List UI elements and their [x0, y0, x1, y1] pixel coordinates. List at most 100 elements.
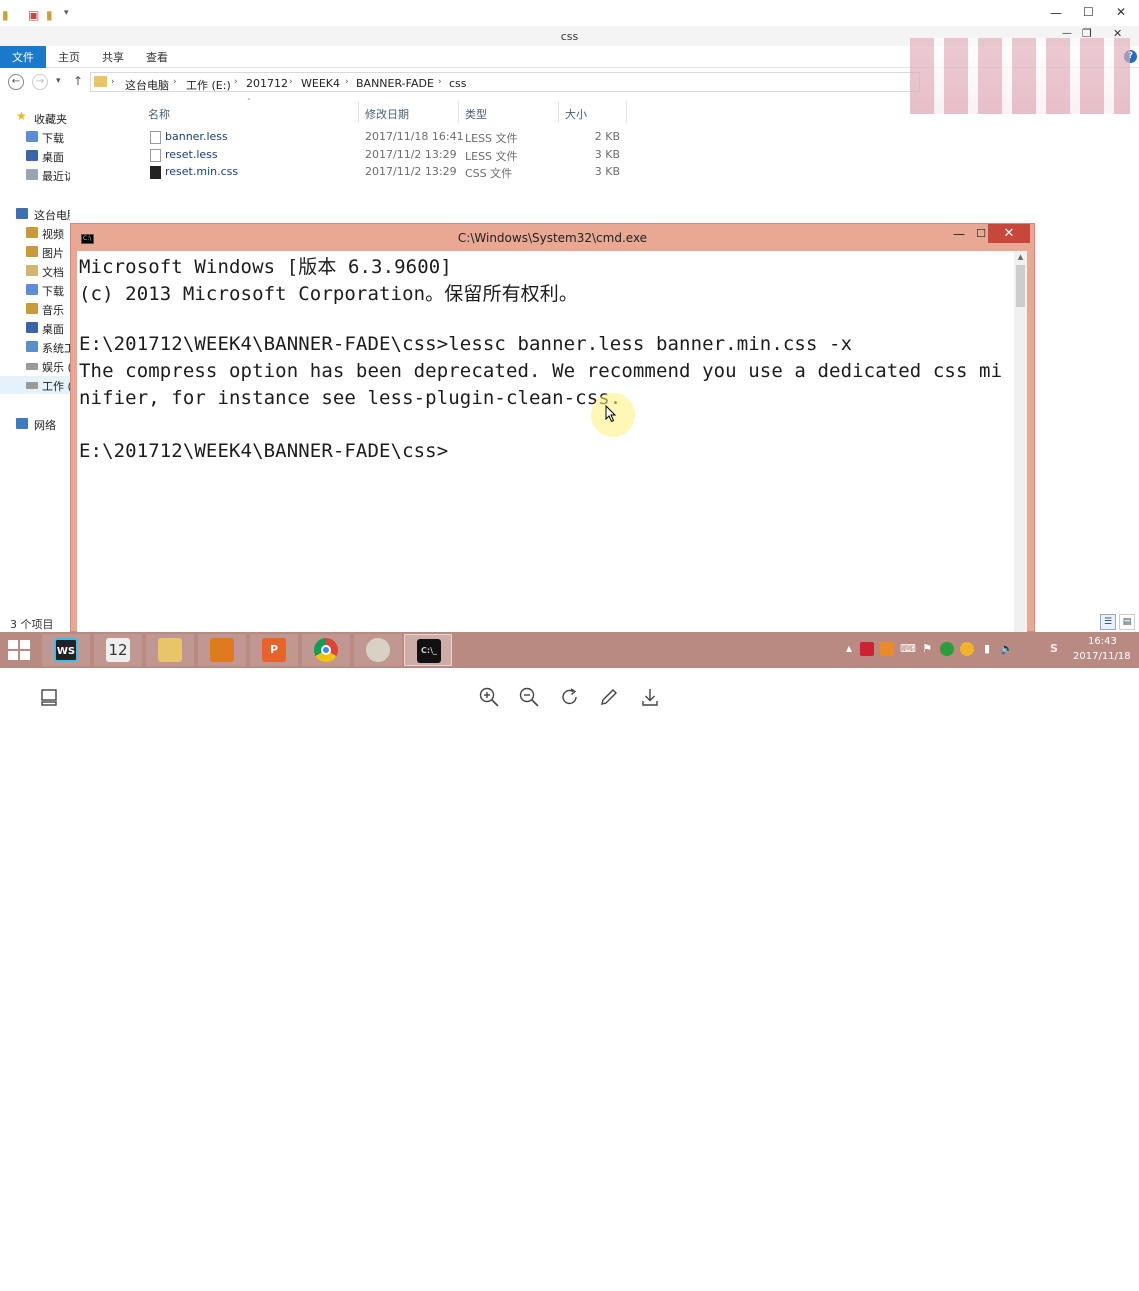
console-scrollbar[interactable]: ▲ [1014, 251, 1027, 633]
folder-icon[interactable]: ▮ [2, 8, 9, 22]
column-divider[interactable] [626, 101, 627, 123]
tray-keyboard-icon[interactable]: ⌨ [900, 642, 916, 656]
nav-favorite-downloads[interactable]: 下载 [0, 128, 70, 146]
taskbar-chrome[interactable] [302, 634, 350, 666]
customize-dropdown-icon[interactable]: ▾ [64, 8, 69, 18]
desktop-icon [26, 150, 38, 161]
rotate-icon[interactable] [559, 686, 581, 708]
chrome-center [321, 645, 331, 655]
chevron-right-icon: › [438, 77, 442, 87]
scroll-thumb[interactable] [1016, 265, 1025, 307]
details-view-button[interactable]: ☰ [1100, 614, 1116, 630]
nav-pictures[interactable]: 图片 [0, 243, 70, 261]
nav-drive-work[interactable]: 工作 ( [0, 376, 70, 394]
column-divider[interactable] [458, 101, 459, 123]
file-row[interactable]: reset.less 2017/11/2 13:29 LESS 文件 3 KB [146, 146, 626, 164]
tab-file[interactable]: 文件 [0, 46, 46, 68]
up-icon[interactable]: ↑ [73, 74, 83, 88]
breadcrumb-201712[interactable]: 201712 [246, 77, 288, 90]
tray-qq-icon[interactable] [960, 642, 974, 656]
drive-icon [26, 382, 38, 389]
column-divider[interactable] [358, 101, 359, 123]
address-bar[interactable]: › 这台电脑 › 工作 (E:) › 201712 › WEEK4 › BANN… [90, 72, 920, 92]
nav-drive-entertainment[interactable]: 娱乐 ( [0, 357, 70, 375]
folder-icon [94, 76, 107, 87]
breadcrumb-this-pc[interactable]: 这台电脑 [125, 77, 169, 93]
tray-volume-icon[interactable]: 🔈 [1000, 642, 1014, 656]
nav-downloads[interactable]: 下载 [0, 281, 70, 299]
properties-icon[interactable]: ▣ [28, 8, 39, 22]
quick-access-toolbar: ▮ ▣ ▮ ▾ — ☐ ✕ [0, 0, 1139, 26]
maximize-icon[interactable]: ☐ [1083, 5, 1094, 19]
large-icons-view-button[interactable]: ▤ [1119, 614, 1135, 630]
file-row[interactable]: banner.less 2017/11/18 16:41 LESS 文件 2 K… [146, 128, 626, 146]
nav-network[interactable]: 网络 [0, 415, 70, 433]
file-date: 2017/11/2 13:29 [365, 165, 457, 178]
column-name[interactable]: 名称 [148, 106, 170, 122]
taskbar-calendar[interactable]: 12 [94, 634, 142, 666]
input-method-indicator[interactable]: 英 [1025, 1274, 1037, 1291]
chevron-right-icon: › [173, 77, 177, 87]
minimize-icon[interactable]: — [1050, 6, 1062, 20]
tray-app-icon[interactable] [860, 642, 874, 656]
zoom-in-icon[interactable] [478, 686, 500, 708]
tray-app-icon[interactable] [880, 642, 894, 656]
zoom-out-icon[interactable] [518, 686, 540, 708]
video-folder-icon [26, 227, 38, 238]
tray-network-icon[interactable]: ▮ [980, 642, 994, 656]
nav-favorites[interactable]: ★ 收藏夹 [0, 109, 70, 127]
sort-ascending-icon: ˄ [247, 98, 251, 106]
breadcrumb-week4[interactable]: WEEK4 [301, 77, 340, 90]
forward-button[interactable]: → [32, 74, 48, 90]
close-icon[interactable]: ✕ [1116, 5, 1126, 19]
file-row[interactable]: reset.min.css 2017/11/2 13:29 CSS 文件 3 K… [146, 163, 626, 181]
scroll-up-arrow-icon[interactable]: ▲ [1014, 253, 1027, 263]
cmd-close-button[interactable]: ✕ [988, 224, 1030, 243]
screen: ▮ ▣ ▮ ▾ — ☐ ✕ css — ❐ ✕ 文件 主页 共享 查看 ? ← … [0, 0, 1139, 1290]
tab-view[interactable]: 查看 [146, 49, 168, 65]
nav-videos[interactable]: 视频 [0, 224, 70, 242]
taskbar: WS 12 P C:\_ ▲ ⌨ ⚑ ▮ � [0, 632, 1139, 1290]
column-size[interactable]: 大小 [565, 106, 587, 122]
start-button[interactable] [8, 640, 30, 660]
clock-time[interactable]: 16:43 [1088, 636, 1117, 647]
console-output[interactable]: Microsoft Windows [版本 6.3.9600] (c) 2013… [77, 251, 1027, 633]
breadcrumb-drive[interactable]: 工作 (E:) [186, 77, 231, 93]
tray-sogou-icon[interactable]: S [1047, 642, 1061, 656]
star-icon: ★ [16, 109, 27, 123]
clock-date[interactable]: 2017/11/18 [1073, 651, 1131, 662]
edit-pencil-icon[interactable] [598, 686, 620, 708]
cmd-titlebar[interactable]: C:\ C:\Windows\System32\cmd.exe — ☐ ✕ [71, 224, 1034, 251]
nav-desktop[interactable]: 桌面 [0, 319, 70, 337]
taskbar-file-explorer[interactable] [146, 634, 194, 666]
file-date: 2017/11/2 13:29 [365, 148, 457, 161]
column-type[interactable]: 类型 [465, 106, 487, 122]
taskbar-app[interactable] [198, 634, 246, 666]
column-date-modified[interactable]: 修改日期 [365, 106, 409, 122]
taskbar-webstorm[interactable]: WS [42, 634, 90, 666]
nav-drive-system[interactable]: 系统工 [0, 338, 70, 356]
thumbnail-panel-icon[interactable] [38, 686, 60, 708]
tray-expand-icon[interactable]: ▲ [842, 642, 856, 656]
wps-presentation-icon: P [262, 638, 286, 662]
tab-home[interactable]: 主页 [58, 49, 80, 65]
nav-this-pc[interactable]: 这台电脑 [0, 205, 70, 223]
tray-sync-icon[interactable] [940, 642, 954, 656]
recent-locations-icon[interactable]: ▾ [56, 76, 61, 86]
breadcrumb-css[interactable]: css [449, 77, 467, 90]
nav-music[interactable]: 音乐 [0, 300, 70, 318]
column-divider[interactable] [558, 101, 559, 123]
tab-share[interactable]: 共享 [102, 49, 124, 65]
download-icon[interactable] [639, 686, 661, 708]
taskbar-paint[interactable] [354, 634, 402, 666]
nav-favorite-desktop[interactable]: 桌面 [0, 147, 70, 165]
taskbar-cmd[interactable]: C:\_ [404, 634, 452, 666]
new-folder-icon[interactable]: ▮ [46, 8, 53, 22]
nav-documents[interactable]: 文档 [0, 262, 70, 280]
taskbar-wps-presentation[interactable]: P [250, 634, 298, 666]
back-button[interactable]: ← [8, 74, 24, 90]
tray-flag-icon[interactable]: ⚑ [920, 642, 934, 656]
cmd-minimize-button[interactable]: — [949, 227, 969, 243]
breadcrumb-banner-fade[interactable]: BANNER-FADE [356, 77, 434, 90]
nav-favorite-recent[interactable]: 最近访问的位置 [0, 166, 70, 184]
